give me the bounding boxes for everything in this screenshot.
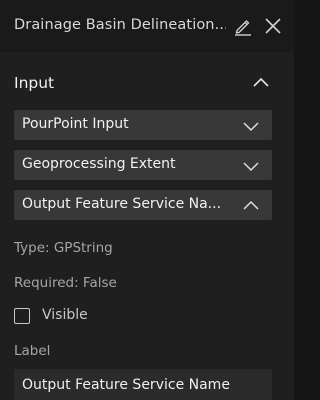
panel-header: Drainage Basin Delineation... — [0, 0, 294, 52]
accordion-pourpoint-input[interactable]: PourPoint Input — [14, 110, 272, 140]
section-title-input[interactable]: Input — [14, 74, 54, 92]
pencil-icon[interactable] — [233, 16, 253, 36]
chevron-up-icon[interactable] — [251, 74, 271, 90]
visible-checkbox[interactable] — [14, 308, 30, 324]
chevron-down-icon — [242, 158, 260, 172]
param-type-text: Type: GPString — [14, 240, 113, 256]
accordion-label: PourPoint Input — [22, 116, 129, 132]
accordion-label: Output Feature Service Na... — [22, 196, 222, 212]
label-input[interactable] — [14, 369, 272, 400]
chevron-up-icon — [242, 198, 260, 212]
accordion-output-feature-service-name[interactable]: Output Feature Service Na... — [14, 190, 272, 220]
accordion-geoprocessing-extent[interactable]: Geoprocessing Extent — [14, 150, 272, 180]
widget-title: Drainage Basin Delineation... — [14, 17, 226, 33]
visible-checkbox-label[interactable]: Visible — [42, 307, 88, 323]
param-required-text: Required: False — [14, 275, 117, 291]
accordion-label: Geoprocessing Extent — [22, 156, 176, 172]
close-icon[interactable] — [263, 16, 283, 36]
chevron-down-icon — [242, 118, 260, 132]
label-field-label: Label — [14, 343, 51, 359]
